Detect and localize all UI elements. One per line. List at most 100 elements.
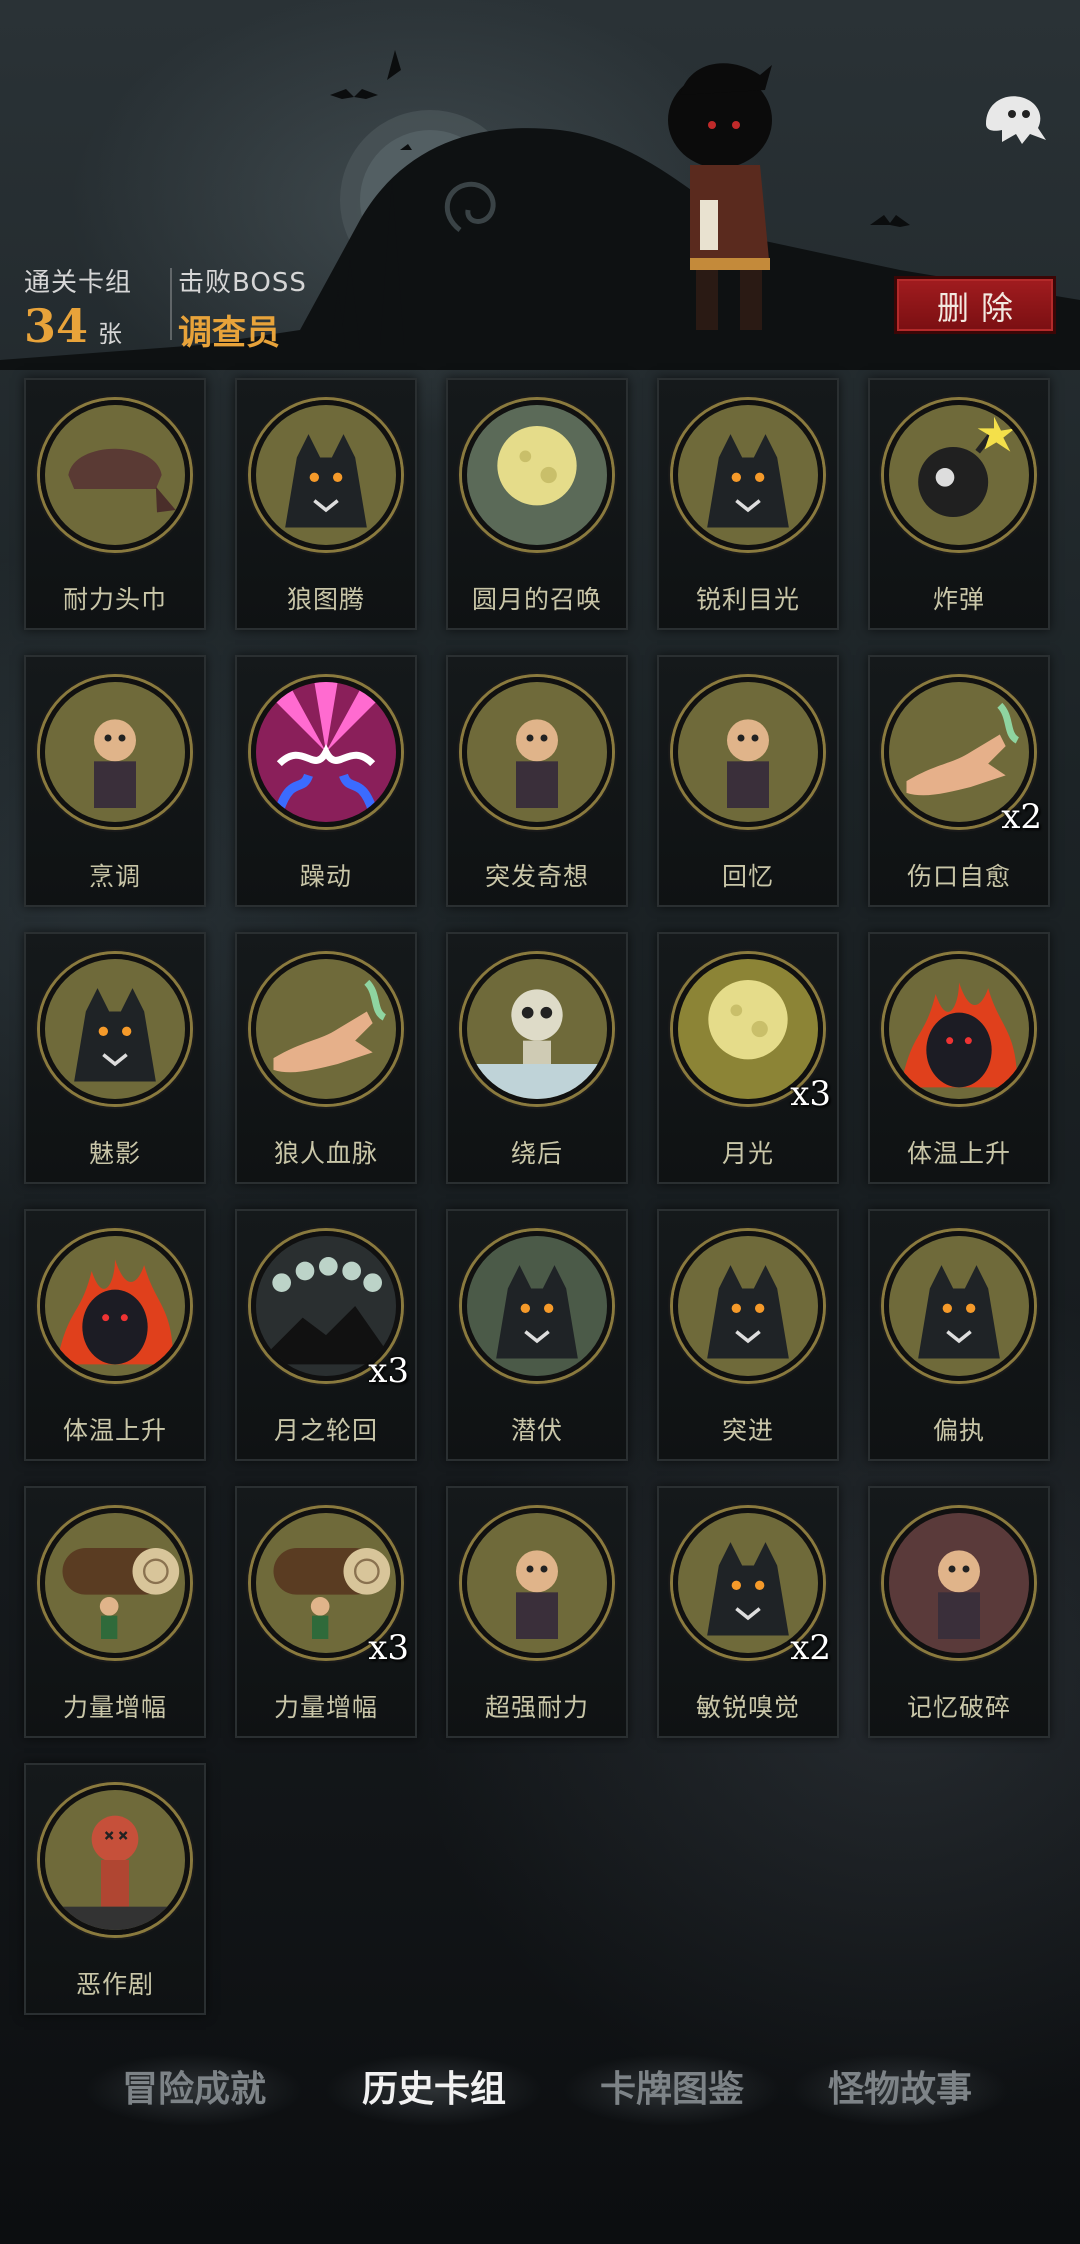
- card-19[interactable]: 偏执: [868, 1209, 1050, 1461]
- bloodline-hand-icon: [256, 959, 396, 1099]
- boss-defeated-stat: 击败BOSS 调查员: [178, 262, 307, 354]
- card-9[interactable]: x2 伤口自愈: [868, 655, 1050, 907]
- card-name: 潜伏: [510, 1416, 563, 1445]
- card-art: [673, 677, 823, 827]
- card-name: 记忆破碎: [906, 1693, 1011, 1722]
- card-7[interactable]: 突发奇想: [446, 655, 628, 907]
- card-art: [251, 400, 401, 550]
- endurance-icon: [467, 1513, 607, 1653]
- card-name: 突进: [721, 1416, 774, 1445]
- card-22[interactable]: 超强耐力: [446, 1486, 628, 1738]
- log-carry-icon: [45, 1513, 185, 1653]
- card-13[interactable]: x3 月光: [657, 932, 839, 1184]
- card-art: [462, 1508, 612, 1658]
- card-14[interactable]: 体温上升: [868, 932, 1050, 1184]
- card-name: 力量增幅: [62, 1693, 167, 1722]
- card-5[interactable]: 烹调: [24, 655, 206, 907]
- card-art: [884, 954, 1034, 1104]
- frenzy-icon: [256, 682, 396, 822]
- card-name: 躁动: [299, 862, 352, 891]
- card-art: [40, 1508, 190, 1658]
- card-name: 恶作剧: [75, 1970, 154, 1999]
- tab-monster-stories[interactable]: 怪物故事: [790, 2052, 1010, 2128]
- boss-defeated-label: 击败BOSS: [178, 268, 307, 298]
- card-art: [40, 400, 190, 550]
- card-count-badge: x2: [1001, 797, 1042, 837]
- fox-chef-icon: [45, 682, 185, 822]
- card-name: 敏锐嗅觉: [695, 1693, 800, 1722]
- phantom-wolf-icon: [45, 959, 185, 1099]
- card-name: 突发奇想: [484, 862, 589, 891]
- card-art: [462, 677, 612, 827]
- shattered-memory-icon: [889, 1513, 1029, 1653]
- wolf-totem-icon: [256, 405, 396, 545]
- wolf-bear-icon: [889, 1236, 1029, 1376]
- card-name: 锐利目光: [695, 585, 800, 614]
- full-moon-forest-icon: [467, 405, 607, 545]
- card-11[interactable]: 狼人血脉: [235, 932, 417, 1184]
- card-name: 偏执: [932, 1416, 985, 1445]
- inventor-icon: [467, 682, 607, 822]
- card-25[interactable]: 恶作剧: [24, 1763, 206, 2015]
- card-art: [40, 1785, 190, 1935]
- card-name: 月之轮回: [273, 1416, 378, 1445]
- card-count-badge: x2: [790, 1628, 831, 1668]
- card-1[interactable]: 狼图腾: [235, 378, 417, 630]
- card-art: [251, 954, 401, 1104]
- card-3[interactable]: 锐利目光: [657, 378, 839, 630]
- fire-wolf-icon: [45, 1236, 185, 1376]
- card-art: [673, 1231, 823, 1381]
- card-23[interactable]: x2 敏锐嗅觉: [657, 1486, 839, 1738]
- charging-wolf-icon: [678, 1236, 818, 1376]
- bandana-icon: [45, 405, 185, 545]
- card-6[interactable]: 躁动: [235, 655, 417, 907]
- card-art: [884, 1508, 1034, 1658]
- tab-adventure-achievements[interactable]: 冒险成就: [84, 2052, 304, 2128]
- card-0[interactable]: 耐力头巾: [24, 378, 206, 630]
- card-4[interactable]: 炸弹: [868, 378, 1050, 630]
- tab-card-codex[interactable]: 卡牌图鉴: [562, 2052, 782, 2128]
- card-18[interactable]: 突进: [657, 1209, 839, 1461]
- stat-divider: [170, 268, 172, 340]
- card-art: [40, 954, 190, 1104]
- card-24[interactable]: 记忆破碎: [868, 1486, 1050, 1738]
- skull-bomb-icon: [889, 405, 1029, 545]
- cleared-decks-value: 34: [24, 299, 89, 353]
- skeleton-pirate-icon: [467, 959, 607, 1099]
- card-name: 超强耐力: [484, 1693, 589, 1722]
- tab-history-decks[interactable]: 历史卡组: [324, 2052, 544, 2128]
- card-2[interactable]: 圆月的召唤: [446, 378, 628, 630]
- delete-button[interactable]: 删除: [894, 276, 1056, 334]
- card-name: 伤口自愈: [906, 862, 1011, 891]
- header: 通关卡组 34 张 击败BOSS 调查员 删除: [0, 0, 1080, 370]
- card-name: 魅影: [88, 1139, 141, 1168]
- card-name: 炸弹: [932, 585, 985, 614]
- boss-defeated-value: 调查员: [178, 313, 280, 353]
- ghost-icon[interactable]: [972, 84, 1052, 154]
- card-count-badge: x3: [790, 1074, 831, 1114]
- card-10[interactable]: 魅影: [24, 932, 206, 1184]
- card-15[interactable]: 体温上升: [24, 1209, 206, 1461]
- card-name: 体温上升: [906, 1139, 1011, 1168]
- card-16[interactable]: x3 月之轮回: [235, 1209, 417, 1461]
- card-name: 烹调: [88, 862, 141, 891]
- card-name: 月光: [721, 1139, 774, 1168]
- cleared-decks-stat: 通关卡组 34 张: [24, 262, 132, 353]
- card-12[interactable]: 绕后: [446, 932, 628, 1184]
- card-name: 力量增幅: [273, 1693, 378, 1722]
- card-art: [884, 1231, 1034, 1381]
- card-name: 耐力头巾: [62, 585, 167, 614]
- bottom-tabs: 冒险成就 历史卡组 卡牌图鉴 怪物故事: [0, 2052, 1080, 2132]
- card-count-badge: x3: [368, 1351, 409, 1391]
- card-art: [251, 677, 401, 827]
- card-17[interactable]: 潜伏: [446, 1209, 628, 1461]
- card-art: [462, 1231, 612, 1381]
- card-art: [462, 400, 612, 550]
- card-name: 绕后: [510, 1139, 563, 1168]
- card-art: [673, 400, 823, 550]
- card-20[interactable]: 力量增幅: [24, 1486, 206, 1738]
- card-name: 狼人血脉: [273, 1139, 378, 1168]
- card-21[interactable]: x3 力量增幅: [235, 1486, 417, 1738]
- card-name: 圆月的召唤: [471, 585, 602, 614]
- card-8[interactable]: 回忆: [657, 655, 839, 907]
